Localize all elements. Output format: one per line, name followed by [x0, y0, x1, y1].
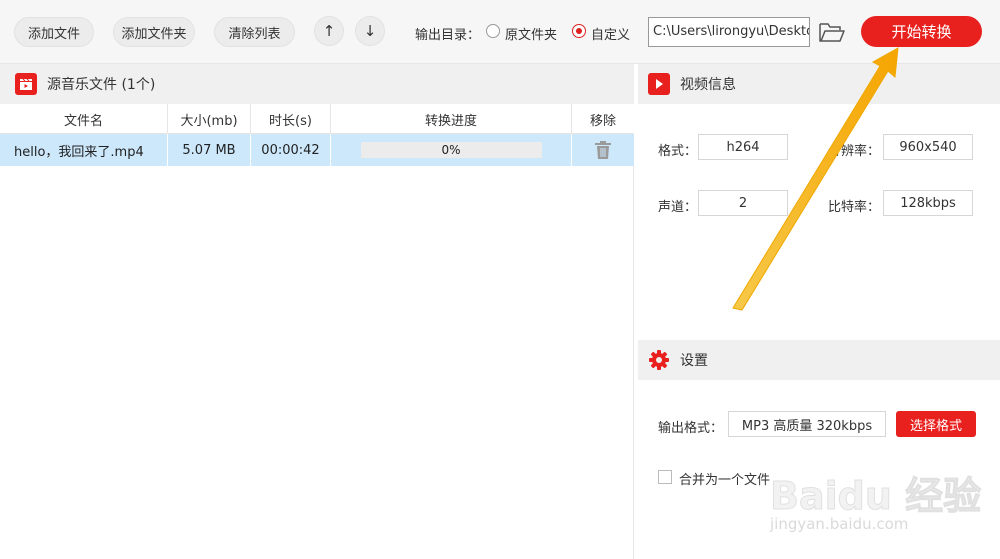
baidu-watermark: Baidu 经验 jingyan.baidu.com — [769, 455, 990, 545]
radio-original-folder[interactable] — [486, 24, 500, 38]
video-clapper-icon — [15, 73, 37, 95]
file-name-cell: hello，我回来了.mp4 — [0, 134, 168, 166]
radio-custom-label[interactable]: 自定义 — [591, 24, 630, 43]
column-header-duration: 时长(s) — [251, 104, 331, 134]
file-size-cell: 5.07 MB — [168, 134, 251, 166]
output-format-value: MP3 高质量 320kbps — [728, 411, 886, 437]
video-info-title: 视频信息 — [680, 77, 736, 93]
remove-file-button[interactable] — [572, 134, 634, 166]
source-files-panel: 源音乐文件 (1个) 文件名 大小(mb) 时长(s) 转换进度 移除 hell… — [0, 64, 634, 559]
start-convert-button[interactable]: 开始转换 — [861, 16, 982, 47]
channels-value: 2 — [698, 190, 788, 216]
trash-icon — [595, 141, 611, 159]
move-up-button[interactable]: ↑ — [314, 16, 344, 46]
table-header: 文件名 大小(mb) 时长(s) 转换进度 移除 — [0, 104, 634, 134]
merge-label[interactable]: 合并为一个文件 — [679, 469, 770, 488]
file-table: 文件名 大小(mb) 时长(s) 转换进度 移除 hello，我回来了.mp4 … — [0, 104, 634, 166]
file-progress-cell: 0% — [331, 134, 572, 166]
file-duration-cell: 00:00:42 — [251, 134, 331, 166]
clear-list-button[interactable]: 清除列表 — [214, 17, 295, 47]
arrow-up-icon: ↑ — [322, 22, 336, 40]
output-format-label: 输出格式： — [658, 421, 724, 436]
merge-checkbox[interactable] — [658, 470, 672, 484]
add-folder-button[interactable]: 添加文件夹 — [113, 17, 195, 47]
column-header-remove: 移除 — [589, 113, 616, 129]
choose-format-button[interactable]: 选择格式 — [896, 411, 976, 437]
column-header-name: 文件名 — [0, 104, 168, 134]
toolbar: 添加文件 添加文件夹 清除列表 ↑ ↓ 输出目录： 原文件夹 自定义 C:\Us… — [0, 0, 1000, 64]
video-info-header: 视频信息 — [638, 64, 1000, 104]
resolution-label: 分辨率： — [828, 144, 881, 159]
add-file-button[interactable]: 添加文件 — [14, 17, 94, 47]
progress-text: 0% — [441, 143, 461, 157]
folder-open-icon — [819, 23, 845, 42]
watermark-url: jingyan.baidu.com — [770, 515, 909, 533]
progress-bar: 0% — [360, 142, 542, 158]
move-down-button[interactable]: ↓ — [355, 16, 385, 46]
output-dir-label: 输出目录： — [415, 28, 481, 43]
watermark-brand: Baidu 经验 — [769, 474, 982, 519]
settings-title: 设置 — [680, 353, 708, 369]
table-row[interactable]: hello，我回来了.mp4 5.07 MB 00:00:42 0% — [0, 134, 634, 166]
radio-custom-folder[interactable] — [572, 24, 586, 38]
output-path-input[interactable]: C:\Users\lirongyu\Desktop — [648, 17, 810, 47]
gear-icon — [649, 350, 669, 370]
browse-folder-button[interactable] — [818, 20, 846, 44]
source-files-title: 源音乐文件 (1个) — [47, 77, 156, 93]
radio-original-label[interactable]: 原文件夹 — [505, 24, 557, 43]
format-label: 格式： — [658, 144, 698, 159]
source-files-header: 源音乐文件 (1个) — [0, 64, 634, 104]
settings-header: 设置 — [638, 340, 1000, 380]
arrow-down-icon: ↓ — [363, 22, 377, 40]
format-value: h264 — [698, 134, 788, 160]
bitrate-value: 128kbps — [883, 190, 973, 216]
channels-label: 声道： — [658, 200, 698, 215]
column-header-progress: 转换进度 — [331, 104, 572, 134]
column-header-size: 大小(mb) — [168, 104, 251, 134]
bitrate-label: 比特率： — [828, 200, 881, 215]
resolution-value: 960x540 — [883, 134, 973, 160]
play-icon — [648, 73, 670, 95]
